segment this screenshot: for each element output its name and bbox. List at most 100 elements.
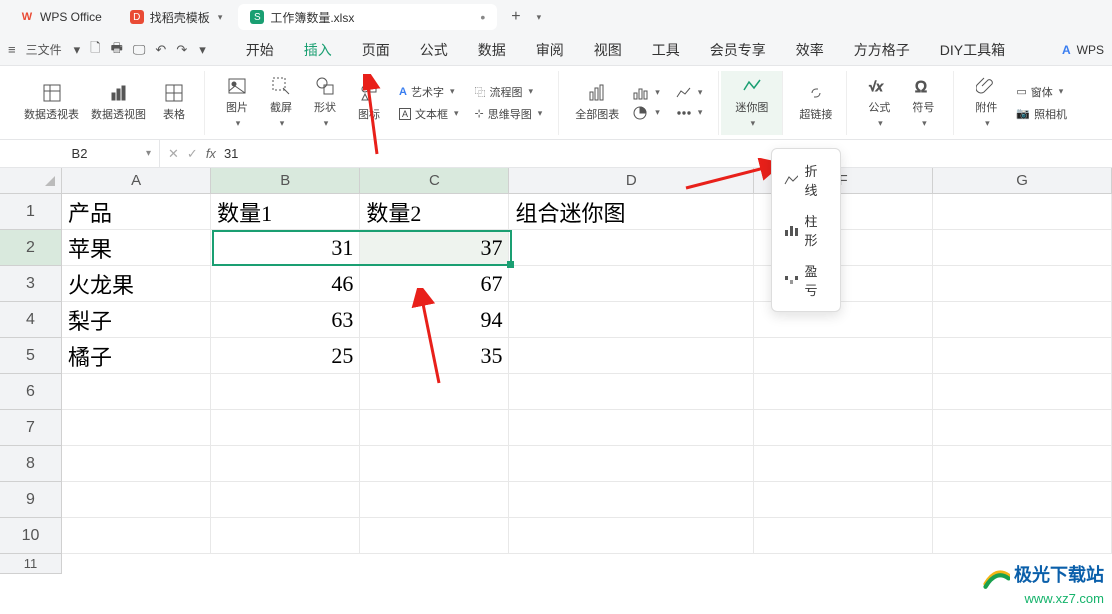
cell-G3[interactable]	[933, 266, 1112, 302]
name-box[interactable]: B2 ▾	[0, 140, 160, 167]
ribbon-tab-diy[interactable]: DIY工具箱	[940, 40, 1005, 60]
cell-G7[interactable]	[933, 410, 1112, 446]
ribbon-tab-tools[interactable]: 工具	[652, 40, 680, 60]
cell-A6[interactable]	[62, 374, 211, 410]
sparkline-winloss-item[interactable]: 盈亏	[776, 255, 836, 305]
print-icon[interactable]: 🖶	[111, 39, 123, 61]
ribbon-tab-data[interactable]: 数据	[478, 40, 506, 60]
table-button[interactable]: 表格	[152, 81, 196, 124]
formula-value[interactable]: 31	[224, 146, 238, 161]
cell-D7[interactable]	[509, 410, 754, 446]
picture-button[interactable]: 图片▾	[215, 74, 259, 131]
cell-A5[interactable]: 橘子	[62, 338, 211, 374]
row-head-8[interactable]: 8	[0, 446, 62, 482]
chevron-down-icon[interactable]: ▾	[74, 42, 81, 58]
cell-G9[interactable]	[933, 482, 1112, 518]
redo-icon[interactable]: ↷	[176, 42, 187, 58]
col-head-C[interactable]: C	[360, 168, 509, 194]
row-head-3[interactable]: 3	[0, 266, 62, 302]
sparkline-button[interactable]: 迷你图▾	[729, 74, 774, 131]
ribbon-tab-insert[interactable]: 插入	[304, 40, 332, 60]
cell-B4[interactable]: 63	[211, 302, 360, 338]
more-chart-button[interactable]: ▾	[672, 104, 707, 122]
pivot-table-button[interactable]: 数据透视表	[18, 81, 85, 124]
row-head-10[interactable]: 10	[0, 518, 62, 554]
cell-A8[interactable]	[62, 446, 211, 482]
cell-D5[interactable]	[509, 338, 754, 374]
save-icon[interactable]: 🗋	[90, 39, 100, 61]
cell-G1[interactable]	[933, 194, 1112, 230]
cell-D2[interactable]	[509, 230, 754, 266]
grid[interactable]: 产品 数量1 数量2 组合迷你图 苹果 31 37 火龙果 46 67 梨子 6…	[62, 194, 1112, 554]
camera-button[interactable]: 📷照相机	[1012, 104, 1071, 124]
cell-B7[interactable]	[211, 410, 360, 446]
bar-chart-button[interactable]: ▾	[629, 84, 664, 102]
cell-A7[interactable]	[62, 410, 211, 446]
cell-G5[interactable]	[933, 338, 1112, 374]
chevron-down-icon[interactable]: ▾	[199, 42, 206, 58]
cell-D4[interactable]	[509, 302, 754, 338]
cell-B2[interactable]: 31	[211, 230, 360, 266]
cell-A2[interactable]: 苹果	[62, 230, 211, 266]
ribbon-tab-formula[interactable]: 公式	[420, 40, 448, 60]
shape-button[interactable]: 形状▾	[303, 74, 347, 131]
cell-D8[interactable]	[509, 446, 754, 482]
all-charts-button[interactable]: 全部图表	[569, 81, 625, 124]
cell-C1[interactable]: 数量2	[360, 194, 509, 230]
cell-A4[interactable]: 梨子	[62, 302, 211, 338]
cell-G4[interactable]	[933, 302, 1112, 338]
cell-F7[interactable]	[754, 410, 933, 446]
mindmap-button[interactable]: ⊹思维导图▾	[471, 104, 547, 124]
sparkline-line-item[interactable]: 折线	[776, 155, 836, 205]
cell-B6[interactable]	[211, 374, 360, 410]
cell-F6[interactable]	[754, 374, 933, 410]
file-menu[interactable]: 三文件	[26, 41, 62, 58]
cell-A10[interactable]	[62, 518, 211, 554]
line-chart-button[interactable]: ▾	[672, 84, 707, 102]
ribbon-tab-page[interactable]: 页面	[362, 40, 390, 60]
screenshot-button[interactable]: 截屏▾	[259, 74, 303, 131]
row-head-11[interactable]: 11	[0, 554, 62, 574]
col-head-G[interactable]: G	[933, 168, 1112, 194]
ribbon-tab-fgz[interactable]: 方方格子	[854, 40, 910, 60]
pie-chart-button[interactable]: ▾	[629, 104, 664, 122]
cell-D3[interactable]	[509, 266, 754, 302]
cell-F10[interactable]	[754, 518, 933, 554]
hamburger-icon[interactable]: ≡	[8, 42, 16, 57]
row-head-6[interactable]: 6	[0, 374, 62, 410]
select-all-corner[interactable]	[0, 168, 62, 194]
symbol-button[interactable]: Ω 符号▾	[901, 74, 945, 131]
cell-A1[interactable]: 产品	[62, 194, 211, 230]
wordart-button[interactable]: A艺术字▾	[395, 82, 463, 102]
tab-template[interactable]: D 找稻壳模板 ▾	[118, 4, 235, 30]
cell-F9[interactable]	[754, 482, 933, 518]
cell-D1[interactable]: 组合迷你图	[509, 194, 754, 230]
cell-G10[interactable]	[933, 518, 1112, 554]
cell-B9[interactable]	[211, 482, 360, 518]
textbox-button[interactable]: A文本框▾	[395, 104, 463, 124]
ribbon-tab-view[interactable]: 视图	[594, 40, 622, 60]
undo-icon[interactable]: ↶	[155, 42, 166, 58]
ribbon-tab-efficiency[interactable]: 效率	[796, 40, 824, 60]
row-head-2[interactable]: 2	[0, 230, 62, 266]
cell-B1[interactable]: 数量1	[211, 194, 360, 230]
flowchart-button[interactable]: ⿻流程图▾	[471, 82, 547, 102]
cell-D6[interactable]	[509, 374, 754, 410]
wps-ai-icon[interactable]: A	[1062, 43, 1071, 57]
ribbon-tab-vip[interactable]: 会员专享	[710, 40, 766, 60]
ribbon-tab-start[interactable]: 开始	[246, 40, 274, 60]
tab-add-button[interactable]: +	[501, 8, 530, 26]
row-head-4[interactable]: 4	[0, 302, 62, 338]
cell-C10[interactable]	[360, 518, 509, 554]
cell-D9[interactable]	[509, 482, 754, 518]
fx-cancel-icon[interactable]: ✕	[168, 146, 179, 162]
fx-icon[interactable]: fx	[206, 146, 216, 161]
tab-file-active[interactable]: S 工作簿数量.xlsx •	[238, 4, 497, 30]
chevron-down-icon[interactable]: ▾	[146, 148, 151, 159]
cell-F8[interactable]	[754, 446, 933, 482]
cell-B3[interactable]: 46	[211, 266, 360, 302]
cell-D10[interactable]	[509, 518, 754, 554]
cell-C8[interactable]	[360, 446, 509, 482]
close-icon[interactable]: •	[480, 9, 485, 25]
formula-button[interactable]: √x 公式▾	[857, 74, 901, 131]
